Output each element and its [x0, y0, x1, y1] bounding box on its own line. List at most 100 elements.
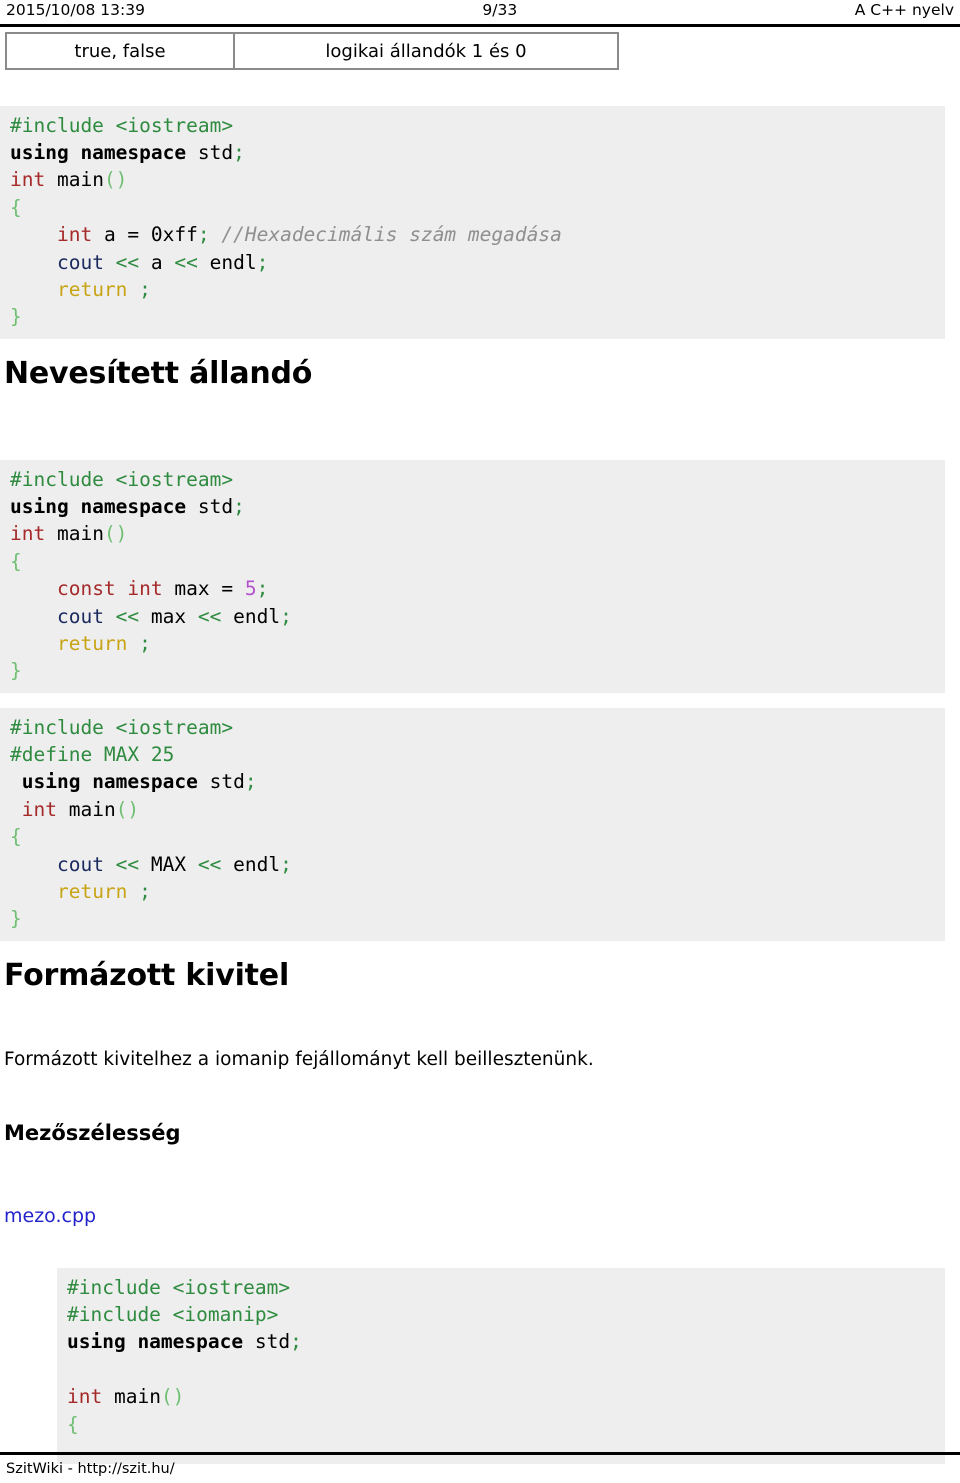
code-token: const int: [56, 577, 163, 601]
code-token: {: [10, 549, 22, 573]
code-token: ;: [256, 250, 269, 274]
code-token: a: [150, 250, 163, 274]
code-token: #include <iostream>: [10, 467, 234, 491]
header-timestamp: 2015/10/08 13:39: [6, 1, 145, 19]
code-token: using namespace: [10, 494, 187, 518]
code-token: int: [21, 797, 57, 821]
code-token: ;: [280, 852, 292, 876]
code-token: ;: [256, 577, 269, 601]
code-block-const-example: #include <iostream> using namespace std;…: [0, 459, 945, 693]
header-document-title: A C++ nyelv: [854, 1, 954, 19]
code-token: #define MAX 25: [10, 742, 175, 766]
code-token: 5: [244, 577, 257, 601]
code-token: (): [115, 797, 140, 821]
code-token: <<: [186, 852, 234, 876]
code-token: cout: [56, 250, 104, 274]
code-token: {: [67, 1412, 79, 1436]
code-token: #include <iostream>: [67, 1275, 291, 1299]
page-footer: SzitWiki - http://szit.hu/: [6, 1461, 175, 1477]
header-page-number: 9/33: [482, 1, 518, 19]
code-token: int: [67, 1385, 103, 1409]
code-token: }: [10, 907, 22, 931]
code-block-mezo-example: #include <iostream> #include <iomanip> u…: [57, 1267, 945, 1464]
code-block-define-example: #include <iostream> #define MAX 25 using…: [0, 707, 945, 941]
code-block-hex-example: #include <iostream> using namespace std;…: [0, 105, 945, 339]
code-token: cout: [56, 852, 104, 876]
code-token: int: [56, 223, 93, 247]
code-token: endl: [233, 604, 281, 628]
section-heading-nevesitett-allando: Nevesített állandó: [4, 356, 313, 391]
code-token: (): [103, 522, 128, 546]
code-token: using namespace: [10, 140, 187, 164]
code-token: ;: [139, 879, 151, 903]
code-token: <<: [103, 604, 151, 628]
section-heading-formazott-kivitel: Formázott kivitel: [4, 958, 290, 993]
code-token: endl: [209, 250, 257, 274]
code-token: a =: [92, 223, 151, 247]
code-token: max: [150, 604, 187, 628]
code-token: {: [10, 195, 22, 219]
code-token: ;: [290, 1330, 302, 1354]
code-token: std: [243, 1330, 291, 1354]
code-token: cout: [56, 604, 104, 628]
code-token: endl: [233, 852, 281, 876]
code-token: max =: [162, 577, 245, 601]
code-token: MAX: [150, 852, 187, 876]
constant-name-cell: true, false: [5, 32, 235, 70]
code-token: ;: [244, 770, 257, 794]
paragraph-iomanip-note: Formázott kivitelhez a iomanip fejállomá…: [4, 1049, 594, 1070]
code-token: ;: [233, 140, 245, 164]
page-header: 2015/10/08 13:39 9/33 A C++ nyelv: [0, 0, 960, 27]
code-token: ;: [139, 631, 151, 655]
code-token: return: [56, 879, 128, 903]
code-token: 0xff: [150, 223, 198, 247]
code-token: <<: [103, 250, 151, 274]
code-token: main: [45, 168, 104, 192]
link-mezo-cpp[interactable]: mezo.cpp: [4, 1205, 96, 1227]
code-token: #include <iostream>: [10, 715, 234, 739]
code-token: //Hexadecimális szám megadása: [221, 223, 562, 247]
code-token: std: [197, 770, 245, 794]
code-token: ;: [280, 604, 292, 628]
code-token: <<: [162, 250, 210, 274]
code-token: std: [186, 140, 234, 164]
table-row: true, false logikai állandók 1 és 0: [5, 32, 619, 70]
code-token: int: [10, 168, 46, 192]
code-token: int: [10, 522, 46, 546]
header-divider: [0, 24, 960, 27]
code-token: ;: [139, 277, 151, 301]
code-token: <<: [103, 852, 151, 876]
code-token: }: [10, 659, 22, 683]
constants-table-body: true, false logikai állandók 1 és 0: [5, 32, 619, 70]
code-token: #include <iostream>: [10, 113, 234, 137]
code-token: std: [186, 494, 234, 518]
code-token: main: [56, 797, 116, 821]
footer-divider: [0, 1452, 960, 1455]
code-token: (): [103, 168, 128, 192]
constant-description-cell: logikai állandók 1 és 0: [233, 32, 619, 70]
code-token: #include <iomanip>: [67, 1302, 279, 1326]
code-token: using namespace: [67, 1330, 244, 1354]
code-token: }: [10, 305, 22, 329]
code-token: main: [45, 522, 104, 546]
code-token: <<: [186, 604, 234, 628]
code-token: (): [160, 1385, 185, 1409]
code-token: main: [102, 1385, 161, 1409]
subheading-mezoszelesseg: Mezőszélesség: [4, 1121, 181, 1145]
code-token: ;: [233, 494, 245, 518]
constants-table: true, false logikai állandók 1 és 0: [5, 32, 619, 70]
code-token: return: [56, 277, 128, 301]
